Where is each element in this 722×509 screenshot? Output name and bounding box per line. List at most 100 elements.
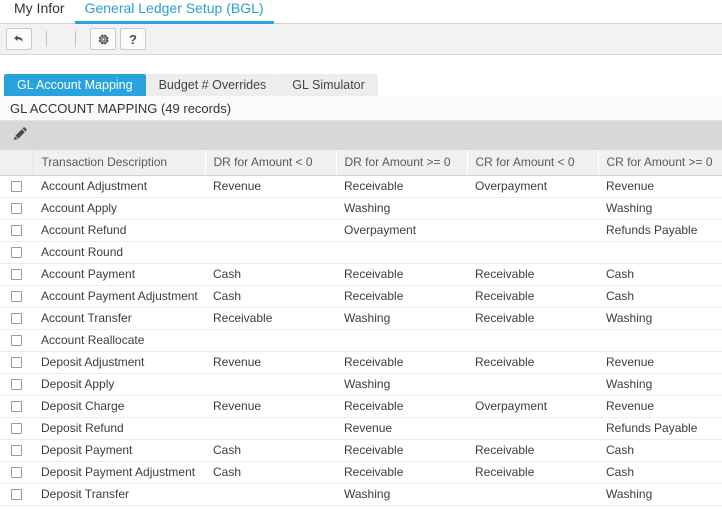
cell-dr_lt[interactable]: Revenue: [205, 351, 336, 373]
cell-dr_ge[interactable]: Washing: [336, 307, 467, 329]
column-header-transaction-description[interactable]: Transaction Description: [33, 150, 205, 175]
cell-dr_ge[interactable]: Receivable: [336, 395, 467, 417]
cell-cr_lt[interactable]: [467, 329, 598, 351]
app-tab-my-infor[interactable]: My Infor: [4, 0, 75, 24]
cell-cr_ge[interactable]: Revenue: [598, 395, 722, 417]
cell-desc[interactable]: Deposit Transfer: [33, 483, 205, 505]
cell-cr_ge[interactable]: Washing: [598, 373, 722, 395]
cell-dr_lt[interactable]: [205, 329, 336, 351]
table-row[interactable]: Account Payment AdjustmentCashReceivable…: [0, 285, 722, 307]
row-select-cell[interactable]: [0, 263, 33, 285]
row-select-cell[interactable]: [0, 439, 33, 461]
row-select-cell[interactable]: [0, 483, 33, 505]
cell-dr_ge[interactable]: Receivable: [336, 175, 467, 197]
cell-dr_lt[interactable]: Revenue: [205, 175, 336, 197]
cell-desc[interactable]: Account Apply: [33, 197, 205, 219]
cell-desc[interactable]: Deposit Apply: [33, 373, 205, 395]
cell-dr_ge[interactable]: Washing: [336, 373, 467, 395]
row-checkbox[interactable]: [11, 423, 22, 434]
row-checkbox[interactable]: [11, 379, 22, 390]
table-row[interactable]: Account Apply Washing Washing: [0, 197, 722, 219]
row-checkbox[interactable]: [11, 357, 22, 368]
table-row[interactable]: Account RefundOverpaymentRefunds Payable: [0, 219, 722, 241]
cell-desc[interactable]: Account Adjustment: [33, 175, 205, 197]
help-button[interactable]: ?: [120, 28, 146, 50]
cell-cr_ge[interactable]: Cash: [598, 439, 722, 461]
table-row[interactable]: Account PaymentCashReceivableReceivableC…: [0, 263, 722, 285]
cell-cr_lt[interactable]: Overpayment: [467, 395, 598, 417]
cell-cr_ge[interactable]: Cash: [598, 285, 722, 307]
row-checkbox[interactable]: [11, 203, 22, 214]
row-checkbox[interactable]: [11, 181, 22, 192]
cell-cr_lt[interactable]: [467, 241, 598, 263]
cell-cr_ge[interactable]: Washing: [598, 197, 722, 219]
cell-dr_lt[interactable]: Cash: [205, 439, 336, 461]
cell-dr_lt[interactable]: [205, 417, 336, 439]
cell-desc[interactable]: Deposit Charge: [33, 395, 205, 417]
table-row[interactable]: Deposit AdjustmentRevenueReceivableRecei…: [0, 351, 722, 373]
row-checkbox[interactable]: [11, 291, 22, 302]
cell-dr_lt[interactable]: Cash: [205, 285, 336, 307]
cell-dr_lt[interactable]: Cash: [205, 461, 336, 483]
cell-cr_ge[interactable]: [598, 329, 722, 351]
cell-dr_lt[interactable]: [205, 219, 336, 241]
column-header-dr-amount-lt-zero[interactable]: DR for Amount < 0: [205, 150, 336, 175]
cell-desc[interactable]: Account Transfer: [33, 307, 205, 329]
table-row[interactable]: Deposit RefundRevenueRefunds Payable: [0, 417, 722, 439]
row-checkbox[interactable]: [11, 467, 22, 478]
edit-button[interactable]: [10, 126, 30, 146]
table-row[interactable]: Account Reallocate: [0, 329, 722, 351]
cell-desc[interactable]: Deposit Adjustment: [33, 351, 205, 373]
cell-desc[interactable]: Deposit Payment: [33, 439, 205, 461]
cell-cr_ge[interactable]: Cash: [598, 263, 722, 285]
table-row[interactable]: Account TransferReceivableWashingReceiva…: [0, 307, 722, 329]
section-tab-budget-overrides[interactable]: Budget # Overrides: [146, 74, 280, 96]
cell-cr_lt[interactable]: Receivable: [467, 307, 598, 329]
cell-dr_ge[interactable]: Receivable: [336, 263, 467, 285]
table-row[interactable]: Account AdjustmentRevenueReceivableOverp…: [0, 175, 722, 197]
row-select-cell[interactable]: [0, 307, 33, 329]
row-checkbox[interactable]: [11, 247, 22, 258]
column-header-cr-amount-lt-zero[interactable]: CR for Amount < 0: [467, 150, 598, 175]
cell-cr_lt[interactable]: Receivable: [467, 263, 598, 285]
cell-dr_ge[interactable]: Washing: [336, 483, 467, 505]
cell-dr_lt[interactable]: [205, 483, 336, 505]
cell-desc[interactable]: Account Reallocate: [33, 329, 205, 351]
row-select-cell[interactable]: [0, 351, 33, 373]
column-header-select-all[interactable]: [0, 150, 33, 175]
cell-dr_ge[interactable]: Washing: [336, 197, 467, 219]
cell-cr_ge[interactable]: Cash: [598, 461, 722, 483]
row-checkbox[interactable]: [11, 335, 22, 346]
cell-cr_ge[interactable]: [598, 241, 722, 263]
row-select-cell[interactable]: [0, 285, 33, 307]
column-header-cr-amount-ge-zero[interactable]: CR for Amount >= 0: [598, 150, 722, 175]
cell-cr_lt[interactable]: [467, 219, 598, 241]
cell-dr_ge[interactable]: Receivable: [336, 439, 467, 461]
cell-dr_lt[interactable]: [205, 373, 336, 395]
row-checkbox[interactable]: [11, 401, 22, 412]
cell-desc[interactable]: Account Payment: [33, 263, 205, 285]
settings-button[interactable]: [90, 28, 116, 50]
cell-cr_ge[interactable]: Washing: [598, 483, 722, 505]
section-tab-gl-simulator[interactable]: GL Simulator: [279, 74, 377, 96]
table-row[interactable]: Deposit Transfer Washing Washing: [0, 483, 722, 505]
cell-cr_lt[interactable]: Receivable: [467, 439, 598, 461]
cell-cr_lt[interactable]: [467, 483, 598, 505]
table-row[interactable]: Deposit PaymentCashReceivableReceivableC…: [0, 439, 722, 461]
back-button[interactable]: [6, 28, 32, 50]
cell-dr_lt[interactable]: Cash: [205, 263, 336, 285]
row-select-cell[interactable]: [0, 219, 33, 241]
cell-cr_ge[interactable]: Refunds Payable: [598, 417, 722, 439]
table-row[interactable]: Deposit Apply Washing Washing: [0, 373, 722, 395]
cell-dr_ge[interactable]: [336, 241, 467, 263]
cell-cr_lt[interactable]: [467, 373, 598, 395]
cell-cr_lt[interactable]: [467, 417, 598, 439]
row-select-cell[interactable]: [0, 197, 33, 219]
cell-cr_lt[interactable]: [467, 197, 598, 219]
row-checkbox[interactable]: [11, 269, 22, 280]
table-row[interactable]: Deposit Charge Revenue ReceivableOverpayme…: [0, 395, 722, 417]
column-header-dr-amount-ge-zero[interactable]: DR for Amount >= 0: [336, 150, 467, 175]
cell-desc[interactable]: Account Payment Adjustment: [33, 285, 205, 307]
cell-desc[interactable]: Deposit Payment Adjustment: [33, 461, 205, 483]
cell-dr_ge[interactable]: [336, 329, 467, 351]
